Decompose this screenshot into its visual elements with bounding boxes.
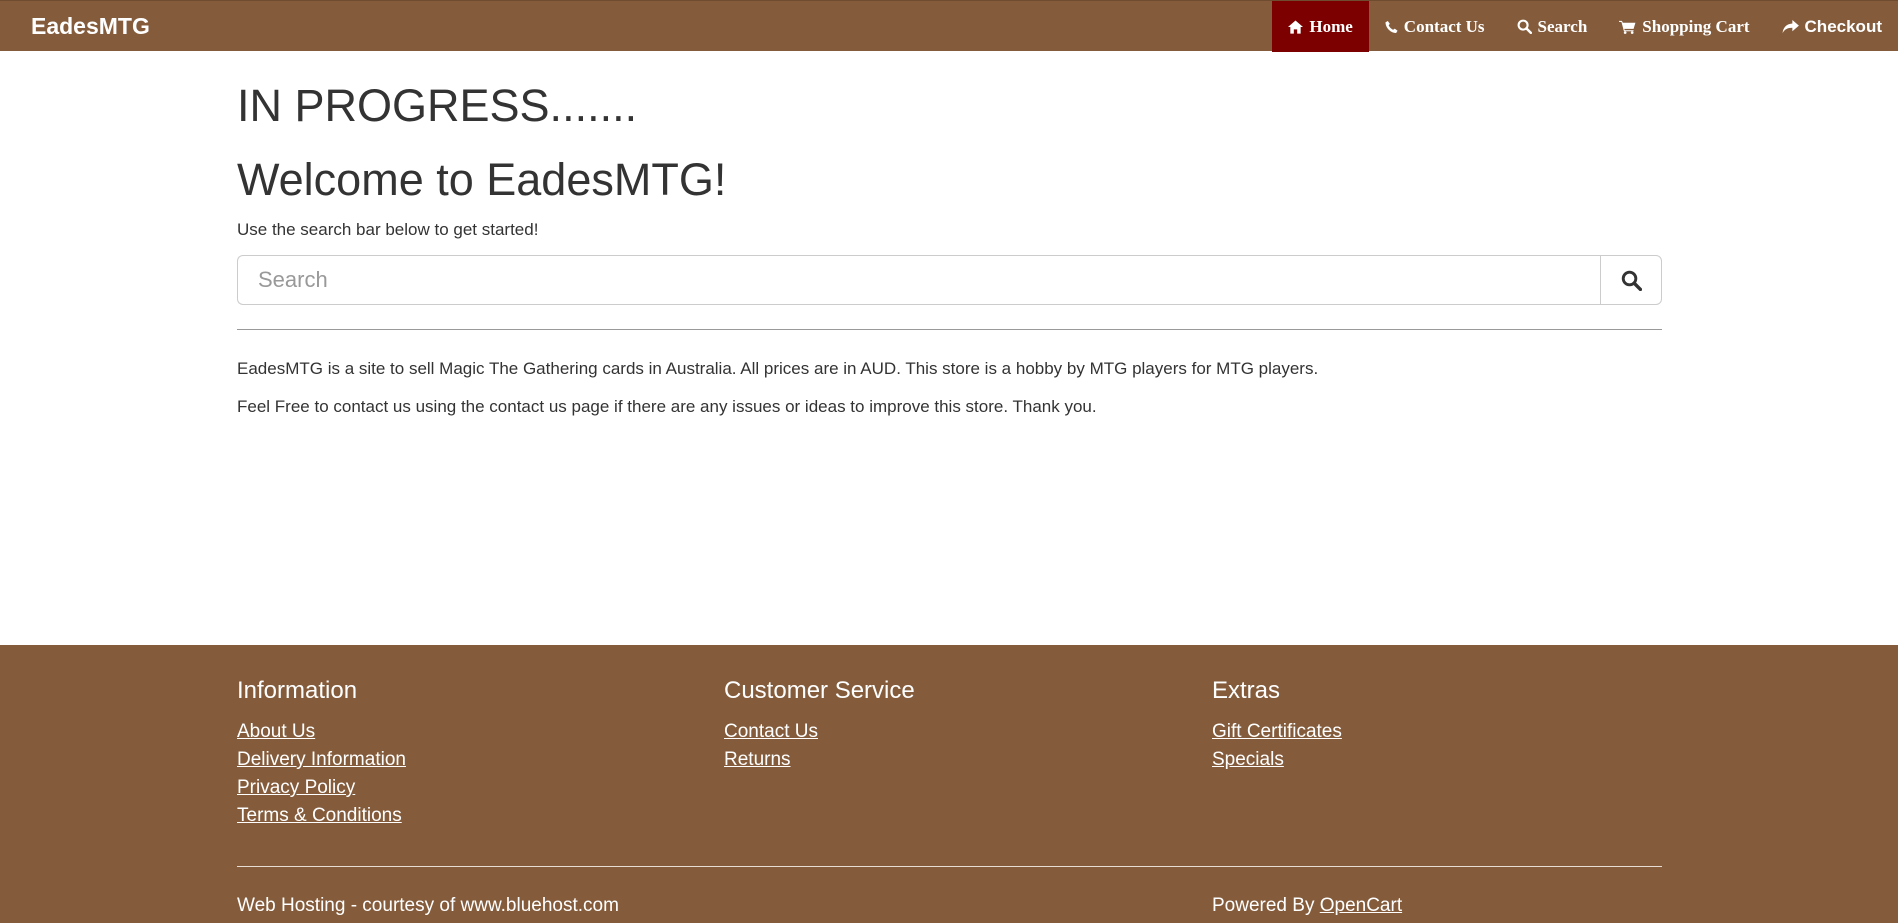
nav-contact-link[interactable]: Contact Us (1369, 1, 1501, 52)
footer-column-extras: Extras Gift Certificates Specials (1212, 676, 1342, 776)
nav-home-label: Home (1309, 16, 1353, 36)
footer-link-contact-us[interactable]: Contact Us (724, 721, 818, 742)
intro-text: Use the search bar below to get started! (237, 220, 539, 239)
nav-contact-label: Contact Us (1403, 16, 1485, 36)
top-navbar: EadesMTG Home Contact Us Search Shopping… (0, 0, 1898, 52)
search-icon (1517, 19, 1532, 34)
footer-link-list: Contact Us Returns (724, 720, 915, 776)
footer-link-list: About Us Delivery Information Privacy Po… (237, 720, 406, 832)
footer-link-specials[interactable]: Specials (1212, 749, 1284, 770)
nav-checkout-link[interactable]: Checkout (1766, 1, 1898, 52)
share-icon (1782, 19, 1799, 33)
powered-by: Powered By OpenCart (1212, 895, 1402, 917)
footer-link-list: Gift Certificates Specials (1212, 720, 1342, 776)
footer-link-about-us[interactable]: About Us (237, 721, 315, 742)
search-button[interactable] (1600, 255, 1662, 305)
opencart-link[interactable]: OpenCart (1320, 895, 1402, 916)
search-input[interactable] (237, 255, 1600, 305)
footer-link-delivery-information[interactable]: Delivery Information (237, 749, 406, 770)
footer-link-terms-conditions[interactable]: Terms & Conditions (237, 805, 402, 826)
footer-link-gift-certificates[interactable]: Gift Certificates (1212, 721, 1342, 742)
footer-heading: Extras (1212, 677, 1281, 704)
content-divider (237, 329, 1662, 330)
search-icon (1621, 270, 1642, 291)
footer-link-privacy-policy[interactable]: Privacy Policy (237, 777, 355, 798)
home-icon (1288, 19, 1304, 34)
cart-icon (1619, 20, 1636, 34)
footer-column-information: Information About Us Delivery Informatio… (237, 676, 406, 832)
phone-icon (1385, 20, 1398, 33)
contact-note-text: Feel Free to contact us using the contac… (237, 397, 1097, 416)
nav-search-label: Search (1537, 16, 1588, 36)
nav-cart-label: Shopping Cart (1642, 16, 1750, 36)
footer: Information About Us Delivery Informatio… (0, 645, 1898, 923)
footer-link-returns[interactable]: Returns (724, 749, 791, 770)
nav-checkout-label: Checkout (1804, 16, 1882, 36)
nav-cart-link[interactable]: Shopping Cart (1603, 1, 1765, 52)
footer-column-customer-service: Customer Service Contact Us Returns (724, 676, 915, 776)
powered-by-label: Powered By (1212, 895, 1315, 916)
progress-heading: IN PROGRESS....... (237, 80, 638, 131)
hosting-credit: Web Hosting - courtesy of www.bluehost.c… (237, 895, 619, 916)
footer-heading: Information (237, 677, 358, 704)
nav-links: Home Contact Us Search Shopping Cart Che… (1272, 1, 1898, 52)
nav-search-link[interactable]: Search (1501, 1, 1604, 52)
brand-logo-link[interactable]: EadesMTG (31, 12, 150, 40)
search-group (237, 255, 1662, 305)
footer-heading: Customer Service (724, 677, 915, 704)
page: EadesMTG Home Contact Us Search Shopping… (0, 0, 1898, 923)
description-text: EadesMTG is a site to sell Magic The Gat… (237, 359, 1319, 378)
footer-divider (237, 866, 1662, 867)
welcome-heading: Welcome to EadesMTG! (237, 154, 727, 205)
nav-home-link[interactable]: Home (1272, 1, 1369, 52)
